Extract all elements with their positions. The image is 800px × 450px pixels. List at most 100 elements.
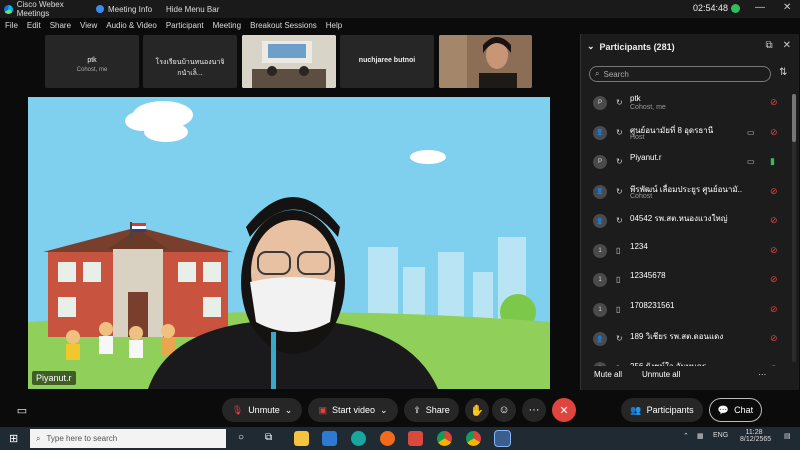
- participant-avatar: P: [593, 96, 607, 110]
- meeting-info-button[interactable]: Meeting Info: [96, 5, 166, 14]
- participant-row[interactable]: 1 ▯ 1708231561 ⊘: [581, 296, 789, 326]
- participants-title: Participants (281): [599, 41, 675, 52]
- chevron-down-icon: ⌄: [380, 404, 388, 415]
- raise-hand-icon[interactable]: ✋: [465, 398, 489, 422]
- audio-connection-icon: ↻: [616, 334, 623, 343]
- mic-muted-icon[interactable]: ⊘: [770, 97, 778, 108]
- mail-icon[interactable]: [322, 431, 337, 446]
- participant-name: 12345678: [630, 271, 666, 280]
- taskbar-search-input[interactable]: ⌕ Type here to search: [30, 429, 226, 448]
- user-avatar-icon: 👤: [593, 184, 607, 199]
- speaker-video-frame: [28, 97, 550, 389]
- chrome-profile-icon[interactable]: [466, 431, 481, 446]
- speaker-name-tag: Piyanut.r: [32, 371, 76, 385]
- mic-muted-icon[interactable]: ⊘: [770, 333, 778, 344]
- webex-taskbar-icon[interactable]: [494, 430, 511, 447]
- hide-menu-bar-button[interactable]: Hide Menu Bar: [166, 5, 266, 14]
- participant-thumbnail[interactable]: [242, 35, 336, 88]
- scrollbar-thumb[interactable]: [792, 94, 796, 142]
- participant-thumbnail[interactable]: โรงเรียนบ้านหนองนาจิกนำเล็...: [143, 35, 237, 88]
- audio-connection-icon: ↻: [616, 127, 623, 137]
- mic-muted-icon[interactable]: ⊘: [770, 363, 778, 367]
- participants-header[interactable]: ⌄ Participants (281): [587, 41, 675, 52]
- mic-muted-icon[interactable]: ⊘: [770, 304, 778, 315]
- menu-participant[interactable]: Participant: [166, 21, 204, 30]
- language-indicator[interactable]: ENG: [713, 432, 728, 439]
- participant-thumbnail[interactable]: nuchjaree butnoi: [340, 35, 434, 88]
- share-icon: ⇪: [413, 404, 421, 415]
- edge-icon[interactable]: [351, 431, 366, 446]
- participant-row[interactable]: 👤 ↻ ศูนย์อนามัยที่ 8 อุดรธานี Host ▭ ⊘: [581, 119, 789, 149]
- participant-thumbnail[interactable]: [439, 35, 532, 88]
- reactions-icon[interactable]: ☺: [492, 398, 516, 422]
- mic-muted-icon[interactable]: ⊘: [770, 245, 778, 256]
- task-view-icon[interactable]: ⧉: [265, 432, 272, 443]
- menu-view[interactable]: View: [80, 21, 97, 30]
- user-avatar-icon: 👤: [593, 332, 607, 346]
- more-icon[interactable]: ···: [758, 370, 766, 379]
- share-button[interactable]: ⇪ Share: [404, 398, 459, 422]
- participant-row[interactable]: 👤 ↻ 04542 รพ.สต.หนองแวงใหญ่ ⊘: [581, 207, 789, 237]
- chat-icon: 💬: [717, 404, 730, 415]
- cortana-icon[interactable]: ○: [238, 432, 244, 443]
- notifications-icon[interactable]: ▤: [784, 432, 791, 440]
- participant-row[interactable]: P ↻ Piyanut.r ▭ ▮: [581, 148, 789, 178]
- unmute-button[interactable]: 🎙 Unmute ⌄: [222, 398, 302, 422]
- minimize-icon[interactable]: —: [755, 2, 765, 13]
- menu-help[interactable]: Help: [326, 21, 342, 30]
- firefox-icon[interactable]: [380, 431, 395, 446]
- participants-button[interactable]: 👥 Participants: [621, 398, 703, 422]
- mic-muted-icon[interactable]: ⊘: [770, 274, 778, 285]
- windows-start-icon[interactable]: ⊞: [9, 432, 18, 445]
- participant-row[interactable]: P ↻ ptk Cohost, me ⊘: [581, 89, 789, 119]
- participant-row[interactable]: 👤 ↻ 256 ยังชน์ใจ จันทนุดร ⊘: [581, 355, 789, 367]
- participant-thumbnail[interactable]: ptk Cohost, me: [45, 35, 139, 88]
- close-panel-icon[interactable]: ✕: [783, 40, 791, 51]
- thumbnail-video: [242, 35, 336, 88]
- mic-active-icon[interactable]: ▮: [770, 156, 775, 167]
- popout-icon[interactable]: ⧉: [765, 40, 772, 51]
- chat-button[interactable]: 💬 Chat: [709, 398, 762, 422]
- participant-row[interactable]: 1 ▯ 1234 ⊘: [581, 237, 789, 267]
- panel-footer: Mute all Unmute all ···: [594, 370, 766, 379]
- phone-icon: ▯: [616, 245, 621, 255]
- menu-breakout-sessions[interactable]: Breakout Sessions: [250, 21, 317, 30]
- thumbnail-video: [439, 35, 532, 88]
- unmute-all-button[interactable]: Unmute all: [642, 370, 680, 379]
- menu-file[interactable]: File: [5, 21, 18, 30]
- clock-time: 11:28: [745, 429, 763, 436]
- close-icon[interactable]: ✕: [783, 2, 791, 13]
- menu-audio-video[interactable]: Audio & Video: [106, 21, 157, 30]
- sort-icon[interactable]: ⇅: [779, 67, 787, 78]
- menu-meeting[interactable]: Meeting: [213, 21, 241, 30]
- chrome-icon[interactable]: [437, 431, 452, 446]
- participant-name: 1708231561: [630, 300, 675, 310]
- active-speaker-video[interactable]: Piyanut.r: [28, 97, 550, 389]
- mic-muted-icon: 🎙: [231, 404, 244, 415]
- camera-icon: ▭: [747, 157, 755, 166]
- participant-search-input[interactable]: ⌕ Search: [589, 66, 771, 82]
- participant-avatar: P: [593, 155, 607, 169]
- leave-meeting-icon[interactable]: ✕: [552, 398, 576, 422]
- mic-muted-icon[interactable]: ⊘: [770, 127, 778, 138]
- office-icon[interactable]: [408, 431, 423, 446]
- mic-muted-icon[interactable]: ⊘: [770, 215, 778, 226]
- more-options-button[interactable]: ···: [522, 398, 546, 422]
- tray-chevron-icon[interactable]: ⌃: [683, 432, 689, 440]
- captions-icon[interactable]: ▭: [10, 398, 34, 422]
- mic-muted-icon[interactable]: ⊘: [770, 186, 778, 197]
- clock[interactable]: 11:28 8/12/2565: [740, 429, 771, 443]
- title-bar: Cisco Webex Meetings Meeting Info Hide M…: [0, 0, 800, 18]
- menu-share[interactable]: Share: [50, 21, 71, 30]
- menu-edit[interactable]: Edit: [27, 21, 41, 30]
- panel-actions: ⧉ ✕: [765, 40, 791, 51]
- audio-connection-icon: ↻: [616, 157, 623, 166]
- network-icon[interactable]: ▦: [697, 432, 704, 440]
- mute-all-button[interactable]: Mute all: [594, 370, 622, 379]
- participant-row[interactable]: 👤 ↻ 189 วิเชียร รพ.สต.ดอนแดง ⊘: [581, 325, 789, 355]
- start-video-button[interactable]: ▣ Start video ⌄: [308, 398, 398, 422]
- participant-row[interactable]: 👤 ↻ พีรพัฒน์ เลื่อมประยูร ศูนย์อนามั... Coh…: [581, 178, 789, 208]
- participant-row[interactable]: 1 ▯ 12345678 ⊘: [581, 266, 789, 296]
- file-explorer-icon[interactable]: [294, 431, 309, 446]
- thumbnail-name: โรงเรียนบ้านหนองนาจิกนำเล็...: [155, 59, 225, 77]
